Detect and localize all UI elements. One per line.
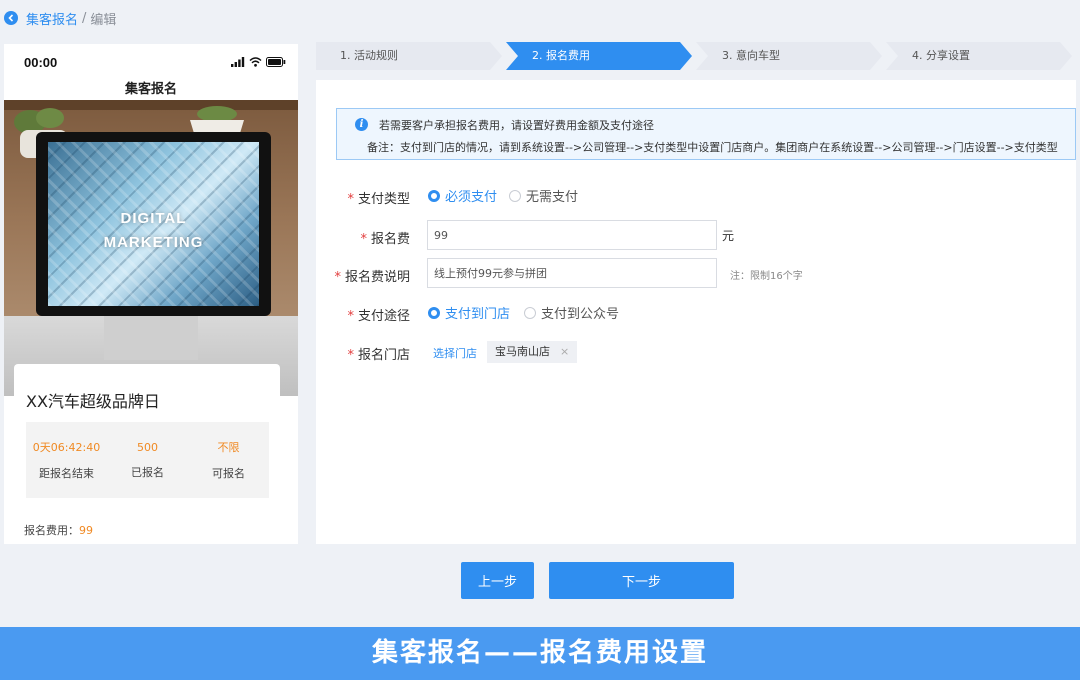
- caption-banner: 集客报名——报名费用设置: [0, 627, 1080, 680]
- fee-label: * 报名费: [360, 232, 410, 247]
- event-hero-image: DIGITAL MARKETING: [4, 100, 298, 396]
- step-3-models[interactable]: 3. 意向车型: [696, 42, 882, 70]
- phone-page-title: 集客报名: [124, 82, 177, 97]
- wifi-icon: [249, 57, 262, 67]
- pay-channel-radio-group: 支付到门店 支付到公众号: [428, 303, 631, 322]
- step-4-share[interactable]: 4. 分享设置: [886, 42, 1072, 70]
- event-stats: 0天06:42:40 距报名结束 500 已报名 不限 可报名: [26, 422, 269, 498]
- pay-channel-label: * 支付途径: [347, 309, 410, 324]
- stat-label: 可报名: [212, 467, 245, 480]
- info-notice: i 若需要客户承担报名费用，请设置好费用金额及支付途径 备注：支付到门店的情况，…: [336, 108, 1076, 160]
- stat-label: 距报名结束: [39, 467, 94, 480]
- store-tag-label: 宝马南山店: [495, 345, 550, 358]
- fee-input[interactable]: [427, 220, 717, 250]
- stat-label: 已报名: [131, 465, 164, 479]
- step-progress: 1. 活动规则 2. 报名费用 3. 意向车型 4. 分享设置: [316, 42, 1076, 70]
- store-tag: 宝马南山店 ×: [487, 341, 578, 363]
- pay-to-official-account-radio[interactable]: 支付到公众号: [524, 303, 619, 322]
- radio-unchecked-icon: [509, 189, 522, 202]
- battery-icon: [266, 57, 286, 67]
- notice-line1: 若需要客户承担报名费用，请设置好费用金额及支付途径: [379, 119, 654, 132]
- stat-registered: 500 已报名: [107, 422, 188, 498]
- monitor-graphic: DIGITAL MARKETING: [36, 132, 271, 316]
- breadcrumb-separator: /: [82, 10, 87, 26]
- next-step-button[interactable]: 下一步: [549, 562, 734, 599]
- pay-type-radio-group: 必须支付 无需支付: [428, 186, 590, 205]
- status-time: 00:00: [24, 54, 58, 70]
- prev-step-button[interactable]: 上一步: [461, 562, 534, 599]
- signal-icon: [231, 57, 245, 67]
- info-icon: i: [355, 118, 368, 131]
- stat-countdown: 0天06:42:40 距报名结束: [26, 422, 107, 498]
- pay-type-label: * 支付类型: [347, 192, 410, 207]
- radio-checked-icon: [428, 189, 440, 202]
- pay-type-required-radio[interactable]: 必须支付: [428, 186, 497, 205]
- stat-value: 不限: [217, 441, 240, 454]
- fee-label: 报名费用：: [24, 524, 79, 537]
- form-panel: i 若需要客户承担报名费用，请设置好费用金额及支付途径 备注：支付到门店的情况，…: [316, 80, 1076, 544]
- fee-desc-input[interactable]: [427, 258, 717, 288]
- back-arrow-icon[interactable]: [4, 11, 18, 25]
- phone-preview: 00:00 集客报名 DIGITAL MARKETING XX汽车超级品牌日 0…: [4, 44, 298, 544]
- store-label: * 报名门店: [347, 348, 410, 363]
- notice-line2: 备注：支付到门店的情况，请到系统设置-->公司管理-->支付类型中设置门店商户。…: [367, 141, 1058, 154]
- stat-value: 0天06:42:40: [32, 441, 101, 454]
- pay-to-store-radio[interactable]: 支付到门店: [428, 303, 510, 322]
- pay-type-none-radio[interactable]: 无需支付: [509, 186, 578, 205]
- event-info-card: XX汽车超级品牌日 0天06:42:40 距报名结束 500 已报名 不限 可报…: [14, 364, 280, 544]
- hero-text-digital: DIGITAL: [120, 210, 187, 227]
- step-1-rules[interactable]: 1. 活动规则: [316, 42, 502, 70]
- radio-unchecked-icon: [524, 306, 537, 319]
- phone-fee-line: 报名费用：99: [24, 522, 93, 538]
- step-2-fee[interactable]: 2. 报名费用: [506, 42, 692, 70]
- close-icon[interactable]: ×: [560, 341, 569, 363]
- event-title: XX汽车超级品牌日: [26, 392, 160, 411]
- radio-checked-icon: [428, 306, 440, 319]
- hero-text-marketing: MARKETING: [103, 234, 204, 251]
- fee-desc-hint: 注：限制16个字: [730, 271, 803, 282]
- breadcrumb-parent-link[interactable]: 集客报名: [26, 9, 78, 28]
- breadcrumb: 集客报名 / 编辑: [4, 8, 116, 28]
- fee-unit: 元: [722, 229, 735, 243]
- select-store-link[interactable]: 选择门店: [433, 345, 477, 361]
- fee-value: 99: [79, 524, 93, 537]
- fee-desc-label: * 报名费说明: [334, 270, 410, 285]
- phone-status-bar: 00:00: [4, 44, 298, 80]
- breadcrumb-current: 编辑: [90, 12, 117, 28]
- stat-available: 不限 可报名: [188, 422, 269, 498]
- stat-value: 500: [137, 440, 158, 454]
